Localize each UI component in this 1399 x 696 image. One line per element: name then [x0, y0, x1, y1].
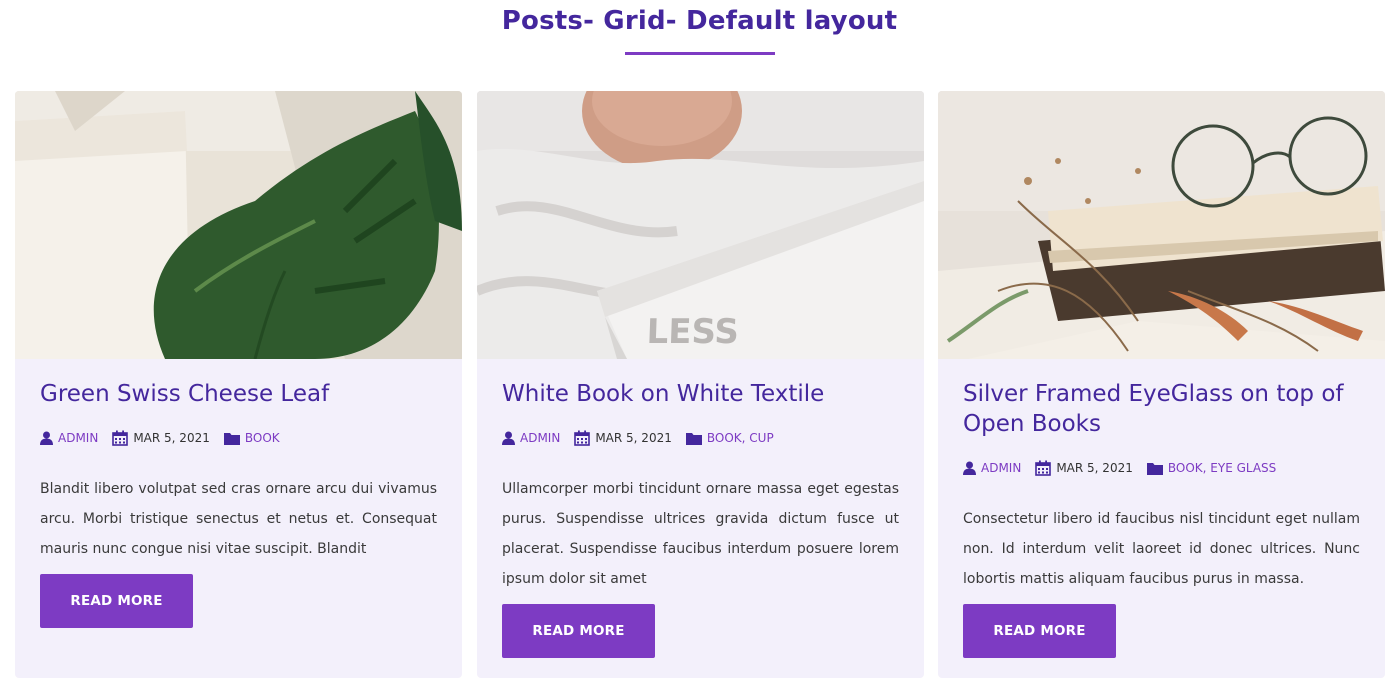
post-author[interactable]: ADMIN	[40, 431, 98, 445]
title-underline	[625, 52, 775, 55]
post-meta: ADMIN MAR 5, 2021 BOOK, CUP	[502, 430, 788, 446]
post-meta: ADMIN MAR 5, 2021 BOOK, EYE GLASS	[963, 460, 1290, 476]
post-date: MAR 5, 2021	[112, 430, 210, 446]
user-icon	[502, 431, 515, 445]
post-meta: ADMIN MAR 5, 2021 BOOK	[40, 430, 294, 446]
folder-icon	[223, 432, 240, 445]
section-title: Posts- Grid- Default layout	[501, 6, 898, 36]
post-author[interactable]: ADMIN	[963, 461, 1021, 475]
post-date: MAR 5, 2021	[1035, 460, 1133, 476]
post-excerpt: Blandit libero volutpat sed cras ornare …	[40, 481, 437, 557]
read-more-button[interactable]: READ MORE	[40, 574, 193, 628]
post-card: LESS White Book on White Textile ADMIN M…	[477, 91, 924, 678]
calendar-icon	[1035, 460, 1052, 476]
category-link[interactable]: BOOK	[1168, 461, 1203, 475]
post-title[interactable]: Green Swiss Cheese Leaf	[40, 379, 440, 409]
post-categories: BOOK, CUP	[685, 431, 774, 445]
post-card: Silver Framed EyeGlass on top of Open Bo…	[938, 91, 1385, 678]
read-more-button[interactable]: READ MORE	[963, 604, 1116, 658]
user-icon	[963, 461, 976, 475]
folder-icon	[1146, 462, 1163, 475]
post-excerpt: Consectetur libero id faucibus nisl tinc…	[963, 511, 1360, 587]
post-author[interactable]: ADMIN	[502, 431, 560, 445]
category-link[interactable]: CUP	[749, 431, 773, 445]
calendar-icon	[574, 430, 591, 446]
post-title[interactable]: Silver Framed EyeGlass on top of Open Bo…	[963, 379, 1363, 439]
post-date: MAR 5, 2021	[574, 430, 672, 446]
read-more-button[interactable]: READ MORE	[502, 604, 655, 658]
calendar-icon	[112, 430, 129, 446]
category-link[interactable]: EYE GLASS	[1210, 461, 1276, 475]
post-image[interactable]: LESS	[477, 91, 924, 359]
post-excerpt: Ullamcorper morbi tincidunt ornare massa…	[502, 481, 899, 587]
post-card: Green Swiss Cheese Leaf ADMIN MAR 5, 202…	[15, 91, 462, 678]
folder-icon	[685, 432, 702, 445]
post-categories: BOOK, EYE GLASS	[1146, 461, 1276, 475]
post-image[interactable]	[938, 91, 1385, 359]
category-link[interactable]: BOOK	[707, 431, 742, 445]
svg-text:LESS: LESS	[646, 312, 740, 352]
post-title[interactable]: White Book on White Textile	[502, 379, 902, 409]
user-icon	[40, 431, 53, 445]
post-image[interactable]	[15, 91, 462, 359]
category-link[interactable]: BOOK	[245, 431, 280, 445]
post-categories: BOOK	[223, 431, 280, 445]
